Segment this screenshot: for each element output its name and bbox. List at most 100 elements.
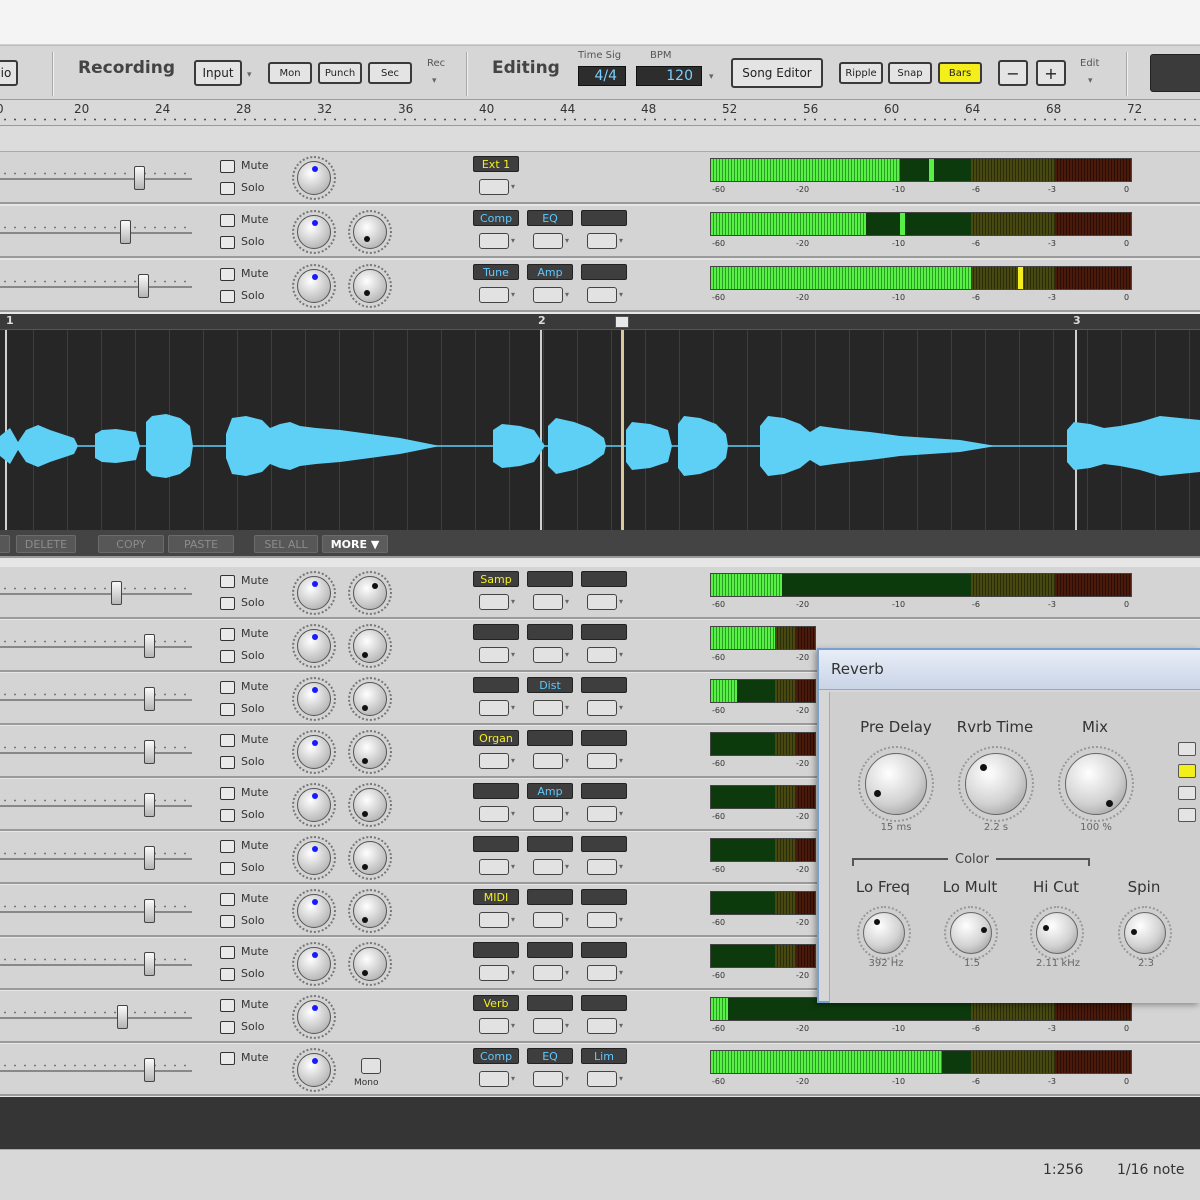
insert-bypass-button[interactable] xyxy=(479,647,509,663)
volume-fader-track[interactable] xyxy=(0,286,192,288)
insert-bypass-button[interactable] xyxy=(587,1071,617,1087)
insert-slot[interactable]: Comp xyxy=(473,1048,519,1064)
insert-slot[interactable] xyxy=(581,210,627,226)
insert-dropdown-icon[interactable]: ▾ xyxy=(511,236,515,245)
insert-dropdown-icon[interactable]: ▾ xyxy=(619,862,623,871)
pan-knob[interactable] xyxy=(297,788,331,822)
insert-bypass-button[interactable] xyxy=(587,287,617,303)
mute-checkbox[interactable] xyxy=(220,268,235,281)
insert-bypass-button[interactable] xyxy=(533,1071,563,1087)
insert-slot[interactable]: Organ xyxy=(473,730,519,746)
insert-slot[interactable] xyxy=(527,942,573,958)
insert-slot[interactable] xyxy=(473,942,519,958)
volume-fader-handle[interactable] xyxy=(117,1005,128,1029)
partial-edit-button[interactable] xyxy=(0,535,10,553)
volume-fader-track[interactable] xyxy=(0,593,192,595)
insert-dropdown-icon[interactable]: ▾ xyxy=(619,650,623,659)
song-editor-button[interactable]: Song Editor xyxy=(731,58,823,88)
audio-waveform[interactable] xyxy=(0,330,1200,530)
partial-panel[interactable] xyxy=(1150,54,1200,92)
insert-slot[interactable] xyxy=(581,571,627,587)
solo-checkbox[interactable] xyxy=(220,650,235,663)
insert-bypass-button[interactable] xyxy=(533,965,563,981)
insert-slot[interactable] xyxy=(527,889,573,905)
ripple-button[interactable]: Ripple xyxy=(839,62,883,84)
insert-dropdown-icon[interactable]: ▾ xyxy=(565,1074,569,1083)
insert-bypass-button[interactable] xyxy=(587,700,617,716)
insert-slot[interactable] xyxy=(581,264,627,280)
insert-bypass-button[interactable] xyxy=(479,965,509,981)
insert-dropdown-icon[interactable]: ▾ xyxy=(619,809,623,818)
insert-bypass-button[interactable] xyxy=(479,287,509,303)
sec-button[interactable]: Sec xyxy=(368,62,412,84)
insert-slot[interactable]: EQ xyxy=(527,210,573,226)
pan-knob[interactable] xyxy=(297,682,331,716)
insert-slot[interactable]: Ext 1 xyxy=(473,156,519,172)
insert-slot[interactable]: Lim xyxy=(581,1048,627,1064)
preset-button-active[interactable] xyxy=(1178,764,1196,778)
insert-slot[interactable] xyxy=(527,624,573,640)
insert-bypass-button[interactable] xyxy=(533,594,563,610)
send-knob[interactable] xyxy=(353,576,387,610)
insert-slot[interactable] xyxy=(581,677,627,693)
mute-checkbox[interactable] xyxy=(220,1052,235,1065)
mono-button[interactable] xyxy=(361,1058,381,1074)
insert-bypass-button[interactable] xyxy=(533,1018,563,1034)
insert-slot[interactable] xyxy=(473,783,519,799)
volume-fader-track[interactable] xyxy=(0,699,192,701)
insert-slot[interactable] xyxy=(581,624,627,640)
partial-button[interactable]: io xyxy=(0,60,18,86)
insert-bypass-button[interactable] xyxy=(479,912,509,928)
insert-slot[interactable] xyxy=(581,836,627,852)
solo-checkbox[interactable] xyxy=(220,236,235,249)
zoom-out-button[interactable]: − xyxy=(998,60,1028,86)
copy-button[interactable]: COPY xyxy=(98,535,164,553)
pan-knob[interactable] xyxy=(297,215,331,249)
insert-dropdown-icon[interactable]: ▾ xyxy=(565,915,569,924)
insert-bypass-button[interactable] xyxy=(479,1071,509,1087)
zoom-in-button[interactable]: + xyxy=(1036,60,1066,86)
volume-fader-track[interactable] xyxy=(0,1017,192,1019)
solo-checkbox[interactable] xyxy=(220,290,235,303)
punch-button[interactable]: Punch xyxy=(318,62,362,84)
insert-slot[interactable] xyxy=(581,995,627,1011)
mute-checkbox[interactable] xyxy=(220,893,235,906)
solo-checkbox[interactable] xyxy=(220,756,235,769)
insert-dropdown-icon[interactable]: ▾ xyxy=(565,968,569,977)
insert-slot[interactable] xyxy=(473,836,519,852)
volume-fader-track[interactable] xyxy=(0,858,192,860)
insert-dropdown-icon[interactable]: ▾ xyxy=(565,1021,569,1030)
insert-slot[interactable]: Comp xyxy=(473,210,519,226)
send-knob[interactable] xyxy=(353,215,387,249)
input-button[interactable]: Input xyxy=(194,60,242,86)
volume-fader-handle[interactable] xyxy=(144,634,155,658)
solo-checkbox[interactable] xyxy=(220,915,235,928)
mute-checkbox[interactable] xyxy=(220,681,235,694)
insert-bypass-button[interactable] xyxy=(587,753,617,769)
insert-dropdown-icon[interactable]: ▾ xyxy=(511,597,515,606)
pan-knob[interactable] xyxy=(297,841,331,875)
waveform-editor[interactable]: 1 2 3 xyxy=(0,314,1200,530)
volume-fader-handle[interactable] xyxy=(144,740,155,764)
pan-knob[interactable] xyxy=(297,947,331,981)
pan-knob[interactable] xyxy=(297,1053,331,1087)
mon-button[interactable]: Mon xyxy=(268,62,312,84)
pan-knob[interactable] xyxy=(297,161,331,195)
insert-bypass-button[interactable] xyxy=(533,753,563,769)
mute-checkbox[interactable] xyxy=(220,787,235,800)
hi-cut-knob[interactable] xyxy=(1036,912,1078,954)
mix-knob[interactable] xyxy=(1065,753,1127,815)
insert-slot[interactable] xyxy=(581,889,627,905)
insert-dropdown-icon[interactable]: ▾ xyxy=(619,915,623,924)
rec-dropdown-icon[interactable]: ▾ xyxy=(432,76,437,86)
insert-slot[interactable] xyxy=(581,730,627,746)
more-button[interactable]: MORE ▼ xyxy=(322,535,388,553)
lo-freq-knob[interactable] xyxy=(863,912,905,954)
input-dropdown-icon[interactable]: ▾ xyxy=(247,70,252,80)
solo-checkbox[interactable] xyxy=(220,703,235,716)
send-knob[interactable] xyxy=(353,269,387,303)
volume-fader-handle[interactable] xyxy=(144,1058,155,1082)
rvrb-time-knob[interactable] xyxy=(965,753,1027,815)
volume-fader-handle[interactable] xyxy=(138,274,149,298)
pan-knob[interactable] xyxy=(297,735,331,769)
